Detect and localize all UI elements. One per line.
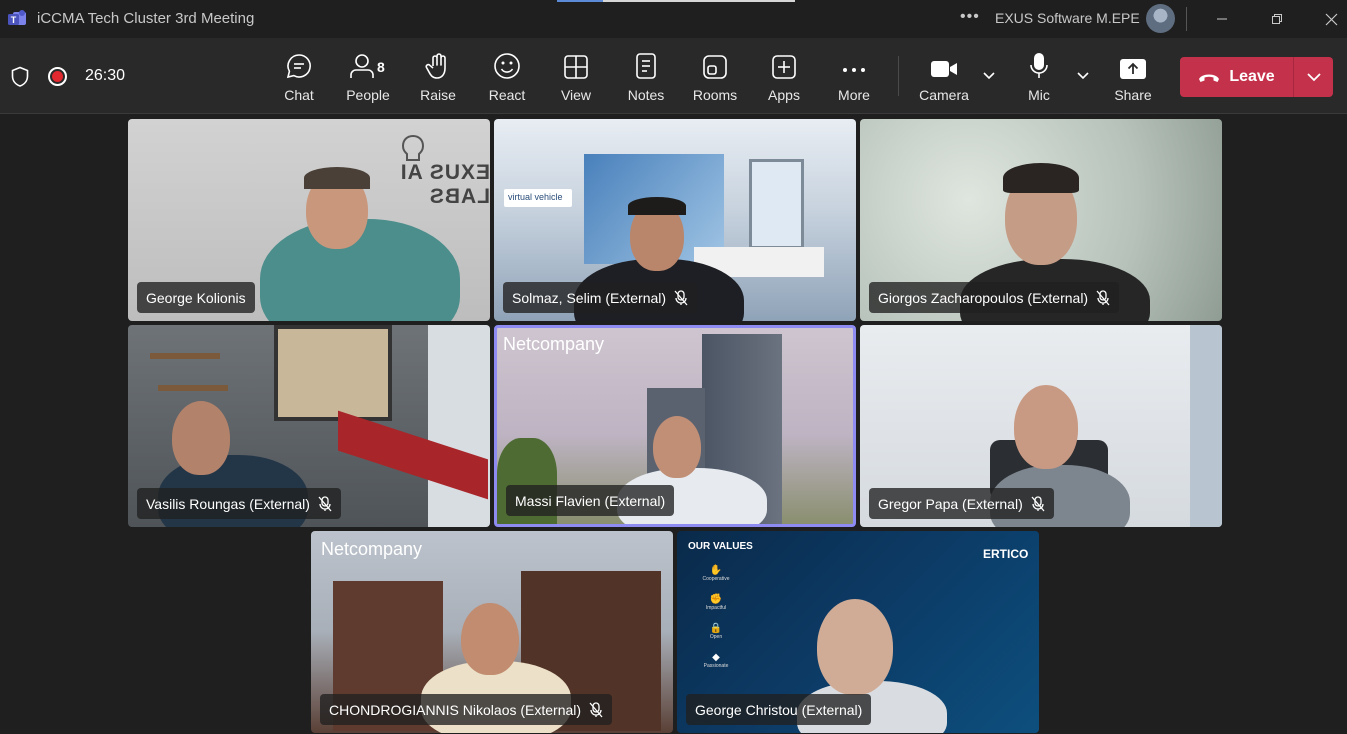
participant-name-tag: Solmaz, Selim (External) <box>503 282 698 313</box>
share-button[interactable]: Share <box>1114 38 1152 114</box>
hang-up-icon <box>1199 74 1220 82</box>
chat-button[interactable]: Chat <box>284 38 314 114</box>
leave-button-group: Leave <box>1180 57 1333 97</box>
participant-name-tag: George Kolionis <box>137 282 255 313</box>
react-label: React <box>488 87 526 103</box>
restore-icon[interactable] <box>1264 6 1290 32</box>
people-icon <box>350 54 374 78</box>
mic-button[interactable]: Mic <box>1024 38 1054 114</box>
ertico-logo: ERTICO <box>983 547 1029 561</box>
leave-label: Leave <box>1229 68 1275 85</box>
more-label: More <box>838 87 870 103</box>
meeting-toolbar: 26:30 Chat 8 People Raise React View Not… <box>0 38 1347 114</box>
people-button[interactable]: 8 People <box>346 38 390 114</box>
window-title: iCCMA Tech Cluster 3rd Meeting <box>37 10 255 27</box>
camera-options-chevron-icon[interactable] <box>982 70 996 80</box>
video-tile[interactable]: OUR VALUES ✋ Cooperative ✊ Impactful 🔒 Open… <box>677 531 1039 733</box>
minimize-icon[interactable] <box>1209 6 1235 32</box>
video-tile[interactable]: EXUS AI LABS George Kolionis <box>128 119 490 321</box>
smiley-icon <box>494 53 520 79</box>
teams-logo-icon: T <box>8 10 26 25</box>
video-tile[interactable]: Vasilis Roungas (External) <box>128 325 490 527</box>
view-label: View <box>560 87 592 103</box>
leave-button[interactable]: Leave <box>1180 57 1293 97</box>
raise-label: Raise <box>420 87 456 103</box>
video-tile-active-speaker[interactable]: Netcompany Massi Flavien (External) <box>494 325 856 527</box>
video-tile[interactable]: virtual vehicle Solmaz, Selim (External) <box>494 119 856 321</box>
react-button[interactable]: React <box>488 38 526 114</box>
virtual-vehicle-logo: virtual vehicle <box>504 189 572 207</box>
raise-hand-button[interactable]: Raise <box>420 38 456 114</box>
participant-name-tag: George Christou (External) <box>686 694 872 725</box>
grid-icon <box>564 55 588 79</box>
hand-icon <box>425 53 446 79</box>
apps-button[interactable]: Apps <box>768 38 800 114</box>
rooms-icon <box>703 55 727 79</box>
more-options-icon[interactable]: ••• <box>960 8 980 26</box>
participant-name-tag: Massi Flavien (External) <box>506 485 675 516</box>
camera-button[interactable]: Camera <box>919 38 969 114</box>
participant-name-tag: CHONDROGIANNIS Nikolaos (External) <box>320 694 613 725</box>
video-tile[interactable]: Gregor Papa (External) <box>860 325 1222 527</box>
shield-icon[interactable] <box>10 66 30 88</box>
mic-off-icon <box>318 495 332 511</box>
title-progress-line <box>557 0 795 2</box>
participant-name-tag: Giorgos Zacharopoulos (External) <box>869 282 1120 313</box>
more-button[interactable]: More <box>837 38 871 114</box>
video-tile[interactable]: Netcompany CHONDROGIANNIS Nikolaos (Exte… <box>311 531 673 733</box>
participant-name-tag: Gregor Papa (External) <box>869 488 1054 519</box>
our-values-heading: OUR VALUES <box>688 541 753 552</box>
camera-icon <box>931 61 957 77</box>
rooms-button[interactable]: Rooms <box>692 38 738 114</box>
organization-name[interactable]: EXUS Software M.EPE <box>995 10 1140 26</box>
notes-button[interactable]: Notes <box>627 38 665 114</box>
close-icon[interactable] <box>1318 6 1344 32</box>
svg-text:T: T <box>11 15 17 25</box>
rooms-label: Rooms <box>692 87 738 103</box>
netcompany-logo: Netcompany <box>321 539 423 559</box>
people-label: People <box>346 87 390 103</box>
plus-icon <box>772 55 796 79</box>
mic-off-icon <box>674 289 688 305</box>
leave-options-button[interactable] <box>1294 57 1333 97</box>
view-button[interactable]: View <box>561 38 591 114</box>
mic-off-icon <box>1096 289 1110 305</box>
share-label: Share <box>1114 87 1152 103</box>
exus-logo: EXUS AI LABS <box>399 161 490 208</box>
people-count: 8 <box>377 59 385 75</box>
chat-icon <box>286 54 311 79</box>
share-icon <box>1120 59 1146 79</box>
notes-label: Notes <box>627 87 665 103</box>
title-bar: T iCCMA Tech Cluster 3rd Meeting ••• EXU… <box>0 0 1347 38</box>
exus-brain-logo-icon <box>401 134 425 161</box>
ellipsis-icon <box>843 68 865 72</box>
mic-off-icon <box>1031 495 1045 511</box>
mic-label: Mic <box>1028 87 1050 103</box>
meeting-timer: 26:30 <box>85 67 126 84</box>
mic-icon <box>1030 53 1048 78</box>
camera-label: Camera <box>919 87 969 103</box>
participant-name-tag: Vasilis Roungas (External) <box>137 488 341 519</box>
user-avatar[interactable] <box>1146 4 1175 33</box>
recording-indicator-icon <box>48 67 67 86</box>
netcompany-logo: Netcompany <box>503 334 605 354</box>
notes-icon <box>636 53 656 79</box>
chat-label: Chat <box>284 87 314 103</box>
mic-options-chevron-icon[interactable] <box>1076 70 1090 80</box>
chevron-down-icon <box>1306 73 1321 82</box>
apps-label: Apps <box>768 87 800 103</box>
mic-off-icon <box>589 701 603 717</box>
video-tile[interactable]: Giorgos Zacharopoulos (External) <box>860 119 1222 321</box>
